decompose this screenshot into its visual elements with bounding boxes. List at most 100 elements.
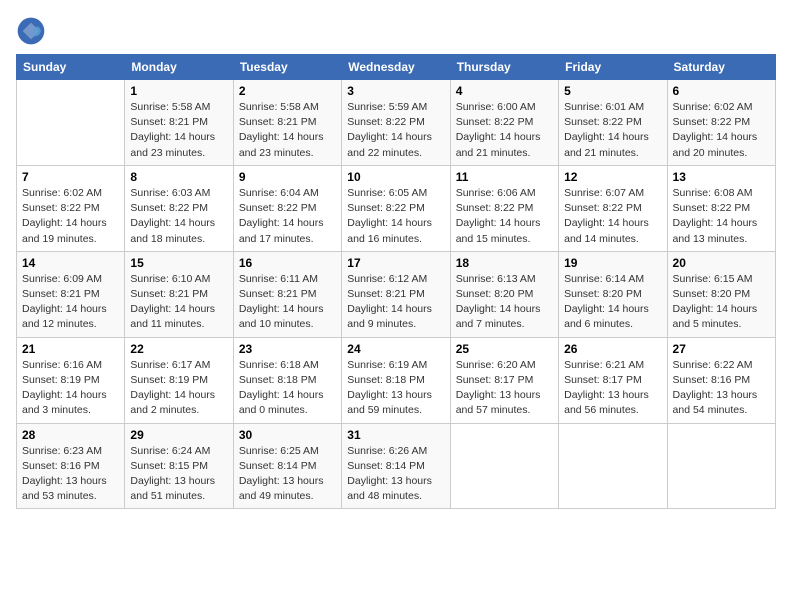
day-number: 1 (130, 84, 227, 98)
calendar-cell: 29Sunrise: 6:24 AMSunset: 8:15 PMDayligh… (125, 423, 233, 509)
day-header-saturday: Saturday (667, 55, 775, 80)
day-info: Sunrise: 6:07 AMSunset: 8:22 PMDaylight:… (564, 186, 661, 247)
day-number: 31 (347, 428, 444, 442)
calendar-week-3: 14 Sunrise: 6:09 AMSunset: 8:21 PMDayligh… (17, 251, 776, 337)
day-info: Sunrise: 6:08 AMSunset: 8:22 PMDaylight:… (673, 186, 770, 247)
calendar-cell: 12 Sunrise: 6:07 AMSunset: 8:22 PMDayligh… (559, 165, 667, 251)
calendar-cell: 14 Sunrise: 6:09 AMSunset: 8:21 PMDayligh… (17, 251, 125, 337)
day-info: Sunrise: 6:14 AMSunset: 8:20 PMDaylight:… (564, 272, 661, 333)
calendar-week-4: 21 Sunrise: 6:16 AMSunset: 8:19 PMDayligh… (17, 337, 776, 423)
calendar-cell: 21 Sunrise: 6:16 AMSunset: 8:19 PMDayligh… (17, 337, 125, 423)
calendar-cell: 25 Sunrise: 6:20 AMSunset: 8:17 PMDayligh… (450, 337, 558, 423)
calendar-cell: 16 Sunrise: 6:11 AMSunset: 8:21 PMDayligh… (233, 251, 341, 337)
day-info: Sunrise: 6:21 AMSunset: 8:17 PMDaylight:… (564, 358, 661, 419)
calendar-cell: 10 Sunrise: 6:05 AMSunset: 8:22 PMDayligh… (342, 165, 450, 251)
calendar-cell: 5Sunrise: 6:01 AMSunset: 8:22 PMDaylight… (559, 80, 667, 166)
day-number: 3 (347, 84, 444, 98)
logo-icon (16, 16, 46, 46)
header-row: SundayMondayTuesdayWednesdayThursdayFrid… (17, 55, 776, 80)
day-info: Sunrise: 5:59 AMSunset: 8:22 PMDaylight:… (347, 100, 444, 161)
calendar-cell: 20 Sunrise: 6:15 AMSunset: 8:20 PMDayligh… (667, 251, 775, 337)
calendar-week-5: 28 Sunrise: 6:23 AMSunset: 8:16 PMDayligh… (17, 423, 776, 509)
day-info: Sunrise: 6:05 AMSunset: 8:22 PMDaylight:… (347, 186, 444, 247)
day-number: 6 (673, 84, 770, 98)
day-info: Sunrise: 6:23 AMSunset: 8:16 PMDaylight:… (22, 444, 119, 505)
day-info: Sunrise: 5:58 AMSunset: 8:21 PMDaylight:… (130, 100, 227, 161)
calendar-cell: 28 Sunrise: 6:23 AMSunset: 8:16 PMDayligh… (17, 423, 125, 509)
day-number: 2 (239, 84, 336, 98)
day-info: Sunrise: 6:15 AMSunset: 8:20 PMDaylight:… (673, 272, 770, 333)
day-number: 21 (22, 342, 119, 356)
calendar-cell: 19 Sunrise: 6:14 AMSunset: 8:20 PMDayligh… (559, 251, 667, 337)
day-info: Sunrise: 6:06 AMSunset: 8:22 PMDaylight:… (456, 186, 553, 247)
calendar-cell: 24 Sunrise: 6:19 AMSunset: 8:18 PMDayligh… (342, 337, 450, 423)
day-info: Sunrise: 5:58 AMSunset: 8:21 PMDaylight:… (239, 100, 336, 161)
day-info: Sunrise: 6:18 AMSunset: 8:18 PMDaylight:… (239, 358, 336, 419)
calendar-cell: 8 Sunrise: 6:03 AMSunset: 8:22 PMDaylight… (125, 165, 233, 251)
calendar-cell: 2 Sunrise: 5:58 AMSunset: 8:21 PMDaylight… (233, 80, 341, 166)
day-number: 24 (347, 342, 444, 356)
day-header-sunday: Sunday (17, 55, 125, 80)
day-header-tuesday: Tuesday (233, 55, 341, 80)
day-number: 27 (673, 342, 770, 356)
day-info: Sunrise: 6:03 AMSunset: 8:22 PMDaylight:… (130, 186, 227, 247)
calendar-cell: 22 Sunrise: 6:17 AMSunset: 8:19 PMDayligh… (125, 337, 233, 423)
day-number: 4 (456, 84, 553, 98)
day-info: Sunrise: 6:10 AMSunset: 8:21 PMDaylight:… (130, 272, 227, 333)
calendar-cell (559, 423, 667, 509)
day-info: Sunrise: 6:02 AMSunset: 8:22 PMDaylight:… (673, 100, 770, 161)
day-number: 14 (22, 256, 119, 270)
day-number: 16 (239, 256, 336, 270)
day-info: Sunrise: 6:26 AMSunset: 8:14 PMDaylight:… (347, 444, 444, 505)
calendar-cell (450, 423, 558, 509)
day-header-friday: Friday (559, 55, 667, 80)
day-number: 8 (130, 170, 227, 184)
day-info: Sunrise: 6:13 AMSunset: 8:20 PMDaylight:… (456, 272, 553, 333)
day-info: Sunrise: 6:17 AMSunset: 8:19 PMDaylight:… (130, 358, 227, 419)
calendar-cell: 30 Sunrise: 6:25 AMSunset: 8:14 PMDayligh… (233, 423, 341, 509)
calendar-cell (667, 423, 775, 509)
day-number: 19 (564, 256, 661, 270)
day-number: 12 (564, 170, 661, 184)
calendar-cell: 6 Sunrise: 6:02 AMSunset: 8:22 PMDaylight… (667, 80, 775, 166)
day-number: 5 (564, 84, 661, 98)
calendar-cell: 31 Sunrise: 6:26 AMSunset: 8:14 PMDayligh… (342, 423, 450, 509)
calendar-table: SundayMondayTuesdayWednesdayThursdayFrid… (16, 54, 776, 509)
day-info: Sunrise: 6:19 AMSunset: 8:18 PMDaylight:… (347, 358, 444, 419)
day-info: Sunrise: 6:09 AMSunset: 8:21 PMDaylight:… (22, 272, 119, 333)
day-number: 17 (347, 256, 444, 270)
calendar-cell: 4 Sunrise: 6:00 AMSunset: 8:22 PMDaylight… (450, 80, 558, 166)
day-info: Sunrise: 6:20 AMSunset: 8:17 PMDaylight:… (456, 358, 553, 419)
calendar-cell: 7 Sunrise: 6:02 AMSunset: 8:22 PMDaylight… (17, 165, 125, 251)
day-info: Sunrise: 6:04 AMSunset: 8:22 PMDaylight:… (239, 186, 336, 247)
logo (16, 16, 50, 46)
day-info: Sunrise: 6:12 AMSunset: 8:21 PMDaylight:… (347, 272, 444, 333)
day-info: Sunrise: 6:25 AMSunset: 8:14 PMDaylight:… (239, 444, 336, 505)
day-info: Sunrise: 6:16 AMSunset: 8:19 PMDaylight:… (22, 358, 119, 419)
calendar-cell: 3 Sunrise: 5:59 AMSunset: 8:22 PMDaylight… (342, 80, 450, 166)
day-info: Sunrise: 6:02 AMSunset: 8:22 PMDaylight:… (22, 186, 119, 247)
day-number: 20 (673, 256, 770, 270)
day-number: 25 (456, 342, 553, 356)
day-number: 22 (130, 342, 227, 356)
day-number: 9 (239, 170, 336, 184)
day-number: 30 (239, 428, 336, 442)
day-number: 10 (347, 170, 444, 184)
calendar-cell (17, 80, 125, 166)
calendar-cell: 11Sunrise: 6:06 AMSunset: 8:22 PMDayligh… (450, 165, 558, 251)
day-number: 28 (22, 428, 119, 442)
calendar-cell: 23Sunrise: 6:18 AMSunset: 8:18 PMDayligh… (233, 337, 341, 423)
day-info: Sunrise: 6:11 AMSunset: 8:21 PMDaylight:… (239, 272, 336, 333)
day-header-wednesday: Wednesday (342, 55, 450, 80)
calendar-week-1: 1 Sunrise: 5:58 AMSunset: 8:21 PMDaylight… (17, 80, 776, 166)
calendar-cell: 9 Sunrise: 6:04 AMSunset: 8:22 PMDaylight… (233, 165, 341, 251)
calendar-cell: 15Sunrise: 6:10 AMSunset: 8:21 PMDayligh… (125, 251, 233, 337)
day-number: 7 (22, 170, 119, 184)
calendar-cell: 13Sunrise: 6:08 AMSunset: 8:22 PMDayligh… (667, 165, 775, 251)
calendar-cell: 26Sunrise: 6:21 AMSunset: 8:17 PMDayligh… (559, 337, 667, 423)
day-number: 18 (456, 256, 553, 270)
day-info: Sunrise: 6:24 AMSunset: 8:15 PMDaylight:… (130, 444, 227, 505)
day-info: Sunrise: 6:00 AMSunset: 8:22 PMDaylight:… (456, 100, 553, 161)
calendar-cell: 1 Sunrise: 5:58 AMSunset: 8:21 PMDaylight… (125, 80, 233, 166)
calendar-cell: 27Sunrise: 6:22 AMSunset: 8:16 PMDayligh… (667, 337, 775, 423)
